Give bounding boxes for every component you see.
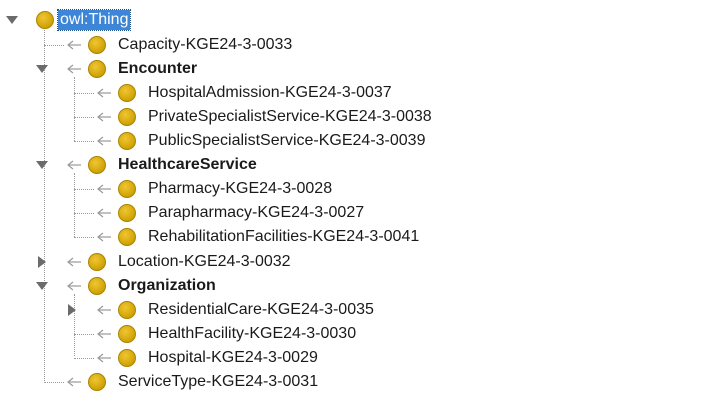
subclass-arrow-icon bbox=[96, 208, 112, 218]
class-circle-icon bbox=[118, 180, 136, 198]
subclass-arrow-icon bbox=[66, 64, 82, 74]
tree-node-rehabilitation-facilities[interactable]: RehabilitationFacilities-KGE24-3-0041 bbox=[0, 225, 712, 249]
tree-connector bbox=[44, 382, 64, 383]
expand-triangle-down-icon[interactable] bbox=[36, 282, 48, 290]
tree-node-label[interactable]: Capacity-KGE24-3-0033 bbox=[118, 35, 292, 55]
subclass-arrow-icon bbox=[96, 184, 112, 194]
tree-connector bbox=[74, 117, 94, 118]
subclass-arrow-icon bbox=[66, 281, 82, 291]
tree-node-organization[interactable]: Organization bbox=[0, 274, 712, 298]
subclass-arrow-icon bbox=[66, 377, 82, 387]
tree-node-label[interactable]: ResidentialCare-KGE24-3-0035 bbox=[148, 300, 374, 320]
class-hierarchy-tree: owl:Thing Capacity-KGE24-3-0033 Encounte… bbox=[0, 0, 712, 409]
tree-connector bbox=[74, 189, 94, 190]
tree-node-label[interactable]: PublicSpecialistService-KGE24-3-0039 bbox=[148, 131, 425, 151]
class-circle-icon bbox=[88, 156, 106, 174]
tree-node-public-specialist-service[interactable]: PublicSpecialistService-KGE24-3-0039 bbox=[0, 129, 712, 153]
tree-node-hospital-admission[interactable]: HospitalAdmission-KGE24-3-0037 bbox=[0, 81, 712, 105]
tree-connector bbox=[74, 334, 94, 335]
class-circle-icon bbox=[118, 132, 136, 150]
class-circle-icon bbox=[36, 11, 54, 29]
class-circle-icon bbox=[118, 325, 136, 343]
tree-node-label[interactable]: HealthFacility-KGE24-3-0030 bbox=[148, 324, 356, 344]
tree-node-private-specialist-service[interactable]: PrivateSpecialistService-KGE24-3-0038 bbox=[0, 105, 712, 129]
class-circle-icon bbox=[88, 373, 106, 391]
class-circle-icon bbox=[118, 301, 136, 319]
subclass-arrow-icon bbox=[66, 40, 82, 50]
class-circle-icon bbox=[88, 36, 106, 54]
tree-node-label[interactable]: Pharmacy-KGE24-3-0028 bbox=[148, 179, 332, 199]
expand-triangle-down-icon[interactable] bbox=[36, 65, 48, 73]
tree-connector bbox=[44, 45, 64, 46]
tree-node-label[interactable]: HealthcareService bbox=[118, 155, 257, 175]
tree-node-label[interactable]: Encounter bbox=[118, 59, 197, 79]
tree-connector bbox=[74, 237, 94, 238]
class-circle-icon bbox=[118, 204, 136, 222]
class-circle-icon bbox=[88, 253, 106, 271]
tree-node-pharmacy[interactable]: Pharmacy-KGE24-3-0028 bbox=[0, 177, 712, 201]
expand-triangle-down-icon[interactable] bbox=[36, 161, 48, 169]
tree-connector bbox=[74, 93, 94, 94]
expand-triangle-right-icon[interactable] bbox=[68, 304, 76, 316]
class-circle-icon bbox=[88, 277, 106, 295]
class-circle-icon bbox=[118, 108, 136, 126]
tree-node-label[interactable]: Hospital-KGE24-3-0029 bbox=[148, 348, 318, 368]
class-circle-icon bbox=[118, 228, 136, 246]
tree-node-healthcare-service[interactable]: HealthcareService bbox=[0, 153, 712, 177]
class-circle-icon bbox=[118, 84, 136, 102]
subclass-arrow-icon bbox=[66, 160, 82, 170]
expand-triangle-down-icon[interactable] bbox=[6, 16, 18, 24]
tree-node-parapharmacy[interactable]: Parapharmacy-KGE24-3-0027 bbox=[0, 201, 712, 225]
tree-node-health-facility[interactable]: HealthFacility-KGE24-3-0030 bbox=[0, 322, 712, 346]
subclass-arrow-icon bbox=[96, 232, 112, 242]
tree-node-hospital[interactable]: Hospital-KGE24-3-0029 bbox=[0, 346, 712, 370]
tree-node-location[interactable]: Location-KGE24-3-0032 bbox=[0, 250, 712, 274]
tree-node-label[interactable]: PrivateSpecialistService-KGE24-3-0038 bbox=[148, 107, 432, 127]
tree-node-label[interactable]: RehabilitationFacilities-KGE24-3-0041 bbox=[148, 227, 419, 247]
tree-node-encounter[interactable]: Encounter bbox=[0, 57, 712, 81]
tree-node-label[interactable]: Parapharmacy-KGE24-3-0027 bbox=[148, 203, 364, 223]
subclass-arrow-icon bbox=[96, 329, 112, 339]
tree-node-label[interactable]: HospitalAdmission-KGE24-3-0037 bbox=[148, 83, 392, 103]
tree-node-label[interactable]: ServiceType-KGE24-3-0031 bbox=[118, 372, 318, 392]
tree-connector bbox=[74, 141, 94, 142]
subclass-arrow-icon bbox=[96, 305, 112, 315]
tree-connector bbox=[74, 213, 94, 214]
class-circle-icon bbox=[88, 60, 106, 78]
subclass-arrow-icon bbox=[96, 353, 112, 363]
tree-node-service-type[interactable]: ServiceType-KGE24-3-0031 bbox=[0, 370, 712, 394]
tree-node-capacity[interactable]: Capacity-KGE24-3-0033 bbox=[0, 33, 712, 57]
tree-node-label[interactable]: owl:Thing bbox=[56, 9, 132, 31]
tree-node-owl-thing[interactable]: owl:Thing bbox=[0, 8, 712, 32]
expand-triangle-right-icon[interactable] bbox=[38, 256, 46, 268]
tree-node-residential-care[interactable]: ResidentialCare-KGE24-3-0035 bbox=[0, 298, 712, 322]
subclass-arrow-icon bbox=[96, 136, 112, 146]
subclass-arrow-icon bbox=[66, 257, 82, 267]
tree-node-label[interactable]: Location-KGE24-3-0032 bbox=[118, 252, 291, 272]
subclass-arrow-icon bbox=[96, 112, 112, 122]
subclass-arrow-icon bbox=[96, 88, 112, 98]
class-circle-icon bbox=[118, 349, 136, 367]
tree-node-label[interactable]: Organization bbox=[118, 276, 216, 296]
tree-connector bbox=[74, 358, 94, 359]
